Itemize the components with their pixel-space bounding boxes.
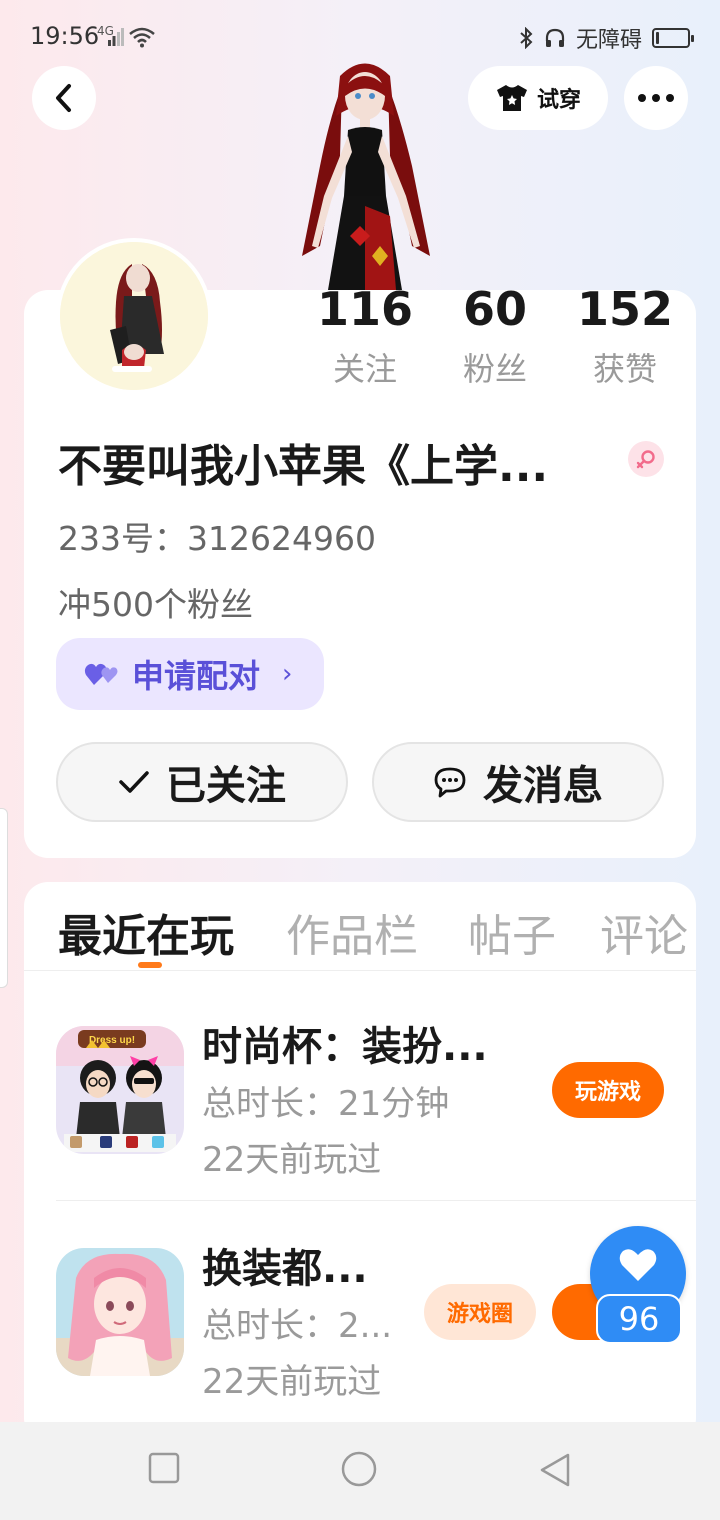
home-icon[interactable] xyxy=(340,1450,378,1488)
stat-followers[interactable]: 60 粉丝 xyxy=(430,282,560,390)
game-icon-text: Dress up! xyxy=(89,1035,135,1046)
back-button[interactable] xyxy=(32,66,96,130)
check-icon xyxy=(119,771,149,793)
games-card: 最近在玩 作品栏 帖子 评论 Dress up! 时尚杯：装扮... 总时长：2… xyxy=(24,882,696,1442)
chevron-right-icon: › xyxy=(282,659,293,689)
game-title: 时尚杯：装扮... xyxy=(202,1024,488,1070)
game-duration: 总时长：2... xyxy=(202,1306,393,1346)
system-nav-bar xyxy=(0,1422,720,1520)
wifi-icon xyxy=(129,27,155,48)
request-pair-button[interactable]: 申请配对 › xyxy=(56,638,324,710)
stat-value: 152 xyxy=(576,282,674,336)
divider xyxy=(24,970,696,971)
battery-fill xyxy=(656,32,659,44)
stat-value: 60 xyxy=(462,282,527,336)
tab-indicator xyxy=(138,962,162,968)
try-on-button[interactable]: 试穿 xyxy=(468,66,608,130)
send-message-label: 发消息 xyxy=(483,763,603,809)
tab-works[interactable]: 作品栏 xyxy=(286,900,418,964)
divider xyxy=(56,1200,696,1201)
avatar[interactable] xyxy=(56,238,212,394)
tab-posts[interactable]: 帖子 xyxy=(468,900,556,964)
game-duration: 总时长：21分钟 xyxy=(202,1084,450,1124)
followed-label: 已关注 xyxy=(166,763,286,809)
female-icon xyxy=(628,441,664,477)
bluetooth-icon xyxy=(520,27,533,49)
avatar-image xyxy=(60,242,208,390)
user-id: 233号：312624960 xyxy=(58,519,376,558)
battery-icon xyxy=(652,28,694,48)
nickname: 不要叫我小苹果《上学... xyxy=(58,441,549,492)
heart-icon xyxy=(619,1249,657,1281)
game-icon: Dress up! xyxy=(56,1026,184,1154)
game-title: 换装都... xyxy=(202,1246,368,1292)
stat-label: 粉丝 xyxy=(462,350,527,388)
stat-label: 获赞 xyxy=(592,350,657,388)
avatar-3d-figure[interactable] xyxy=(290,56,440,290)
user-bio: 冲500个粉丝 xyxy=(58,585,253,624)
like-count: 96 xyxy=(596,1294,682,1344)
edge-handle[interactable] xyxy=(0,808,8,988)
chevron-left-icon xyxy=(56,84,71,112)
play-game-button[interactable]: 玩游戏 xyxy=(552,1062,664,1118)
stats-row: 116 关注 60 粉丝 152 获赞 xyxy=(300,282,690,390)
recent-apps-icon[interactable] xyxy=(148,1452,180,1484)
send-message-button[interactable]: 发消息 xyxy=(372,742,664,822)
tab-recently-played[interactable]: 最近在玩 xyxy=(58,900,234,964)
more-horizontal-icon xyxy=(638,94,674,102)
request-pair-label: 申请配对 xyxy=(132,657,261,695)
tab-bar: 最近在玩 作品栏 帖子 评论 xyxy=(24,882,696,970)
stat-label: 关注 xyxy=(332,350,397,388)
game-circle-button[interactable]: 游戏圈 xyxy=(424,1284,536,1340)
tshirt-icon xyxy=(496,85,527,111)
status-right: 无障碍 xyxy=(518,22,694,54)
followed-button[interactable]: 已关注 xyxy=(56,742,348,822)
back-nav-icon[interactable] xyxy=(538,1452,572,1488)
more-button[interactable] xyxy=(624,66,688,130)
chat-bubble-icon xyxy=(434,767,466,798)
accessibility-label: 无障碍 xyxy=(575,28,642,53)
try-on-label: 试穿 xyxy=(536,88,581,113)
game-last-played: 22天前玩过 xyxy=(202,1362,382,1402)
stat-value: 116 xyxy=(316,282,414,336)
signal-icon xyxy=(108,28,124,46)
stat-likes[interactable]: 152 获赞 xyxy=(560,282,690,390)
game-icon xyxy=(56,1248,184,1376)
game-last-played: 22天前玩过 xyxy=(202,1140,382,1180)
hearts-icon xyxy=(84,663,118,685)
headphones-icon xyxy=(545,28,565,47)
status-time: 19:56 xyxy=(30,22,100,50)
game-row[interactable]: Dress up! 时尚杯：装扮... 总时长：21分钟 22天前玩过 玩游戏 xyxy=(24,982,696,1202)
stat-following[interactable]: 116 关注 xyxy=(300,282,430,390)
tab-comments[interactable]: 评论 xyxy=(600,900,688,964)
